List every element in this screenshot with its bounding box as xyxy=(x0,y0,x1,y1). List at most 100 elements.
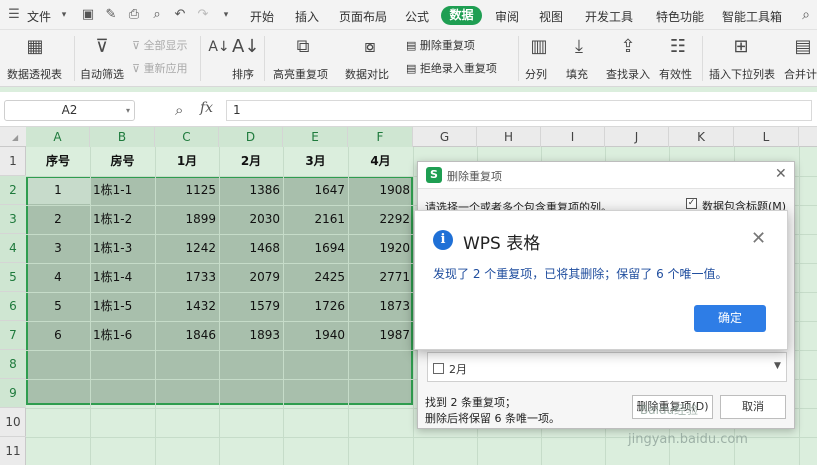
column-header[interactable]: D xyxy=(219,127,283,147)
scroll-down-icon[interactable]: ▼ xyxy=(774,361,781,371)
cancel-button[interactable]: 取消 xyxy=(720,395,786,419)
row-header[interactable]: 1 xyxy=(0,147,26,176)
table-cell[interactable]: 1920 xyxy=(348,234,413,263)
table-cell[interactable]: 1873 xyxy=(348,292,413,321)
table-cell[interactable]: 1468 xyxy=(219,234,283,263)
table-cell[interactable]: 5 xyxy=(26,292,90,321)
table-header-cell[interactable]: 3月 xyxy=(283,147,348,176)
table-cell[interactable]: 1386 xyxy=(219,176,283,205)
table-header-cell[interactable]: 1月 xyxy=(155,147,219,176)
table-cell[interactable]: 1579 xyxy=(219,292,283,321)
sort-az-icon[interactable]: A↓ xyxy=(208,36,230,58)
table-cell[interactable]: 6 xyxy=(26,321,90,350)
header-checkbox[interactable]: ✓ xyxy=(686,198,697,209)
column-header[interactable]: A xyxy=(26,127,90,147)
table-cell[interactable]: 1893 xyxy=(219,321,283,350)
table-cell[interactable]: 1栋1-4 xyxy=(90,263,155,292)
table-cell[interactable]: 1733 xyxy=(155,263,219,292)
column-header[interactable]: H xyxy=(477,127,541,147)
table-cell[interactable]: 1 xyxy=(26,176,90,205)
table-cell[interactable]: 4 xyxy=(26,263,90,292)
table-header-cell[interactable]: 序号 xyxy=(26,147,90,176)
validity-button[interactable]: 有效性 xyxy=(659,66,692,82)
table-cell[interactable]: 2771 xyxy=(348,263,413,292)
tab-smart-tools[interactable]: 智能工具箱 xyxy=(722,8,782,25)
ok-button[interactable]: 确定 xyxy=(694,305,766,332)
reapply-button[interactable]: ⊽ 重新应用 xyxy=(132,60,188,76)
select-all-corner-icon[interactable]: ◢ xyxy=(12,133,18,142)
show-all-button[interactable]: ⊽ 全部显示 xyxy=(132,37,188,53)
table-cell[interactable]: 2161 xyxy=(283,205,348,234)
column-header[interactable]: I xyxy=(541,127,605,147)
fill-button[interactable]: 填充 xyxy=(566,66,588,82)
table-cell[interactable]: 1125 xyxy=(155,176,219,205)
file-menu[interactable]: 文件 xyxy=(27,8,51,25)
undo-icon[interactable]: ↶ xyxy=(172,7,188,23)
format-painter-icon[interactable]: ✎ xyxy=(103,7,119,23)
table-header-cell[interactable]: 房号 xyxy=(90,147,155,176)
row-header[interactable]: 6 xyxy=(0,292,26,321)
tab-home[interactable]: 开始 xyxy=(250,8,274,25)
table-cell[interactable]: 1908 xyxy=(348,176,413,205)
table-cell[interactable]: 1899 xyxy=(155,205,219,234)
row-header[interactable]: 10 xyxy=(0,408,26,437)
autofilter-button[interactable]: 自动筛选 xyxy=(80,66,124,82)
column-header[interactable]: B xyxy=(90,127,155,147)
highlight-duplicates-button[interactable]: 高亮重复项 xyxy=(273,66,328,82)
column-list[interactable]: 2月 ▼ xyxy=(427,352,787,382)
column-header[interactable]: F xyxy=(348,127,413,147)
column-header[interactable]: C xyxy=(155,127,219,147)
row-header[interactable]: 7 xyxy=(0,321,26,350)
table-cell[interactable]: 1栋1-5 xyxy=(90,292,155,321)
row-header[interactable]: 11 xyxy=(0,437,26,465)
table-header-cell[interactable]: 2月 xyxy=(219,147,283,176)
zoom-icon[interactable]: ⌕ xyxy=(175,101,183,119)
row-header[interactable]: 4 xyxy=(0,234,26,263)
table-cell[interactable]: 3 xyxy=(26,234,90,263)
remove-duplicates-button[interactable]: ▤ 删除重复项 xyxy=(406,37,475,53)
table-cell[interactable]: 1栋1-3 xyxy=(90,234,155,263)
redo-icon[interactable]: ↷ xyxy=(195,7,211,23)
tab-data[interactable]: 数据 xyxy=(441,6,482,25)
print-icon[interactable]: ⎙ xyxy=(126,7,142,23)
table-cell[interactable]: 1242 xyxy=(155,234,219,263)
chevron-down-icon[interactable]: ▾ xyxy=(56,7,72,23)
search-icon[interactable]: ⌕ xyxy=(798,7,814,23)
column-header[interactable]: E xyxy=(283,127,348,147)
table-cell[interactable]: 1栋1-6 xyxy=(90,321,155,350)
table-cell[interactable]: 1726 xyxy=(283,292,348,321)
name-box[interactable]: A2 ▾ xyxy=(4,100,135,121)
column-checkbox-label[interactable]: 2月 xyxy=(449,361,467,377)
tab-formulas[interactable]: 公式 xyxy=(405,8,429,25)
data-compare-button[interactable]: 数据对比 xyxy=(345,66,389,82)
print-preview-icon[interactable]: ⌕ xyxy=(149,7,165,23)
table-cell[interactable]: 2079 xyxy=(219,263,283,292)
sort-button[interactable]: 排序 xyxy=(232,66,254,82)
table-cell[interactable]: 1694 xyxy=(283,234,348,263)
table-header-cell[interactable]: 4月 xyxy=(348,147,413,176)
row-header[interactable]: 2 xyxy=(0,176,26,205)
row-header[interactable]: 9 xyxy=(0,379,26,408)
table-cell[interactable]: 1987 xyxy=(348,321,413,350)
close-icon[interactable]: ✕ xyxy=(775,166,787,182)
tab-insert[interactable]: 插入 xyxy=(295,8,319,25)
column-header[interactable]: L xyxy=(734,127,799,147)
hamburger-icon[interactable]: ☰ xyxy=(6,7,22,23)
save-icon[interactable]: ▣ xyxy=(80,7,96,23)
table-cell[interactable]: 2030 xyxy=(219,205,283,234)
quick-access-chevron-icon[interactable]: ▾ xyxy=(218,7,234,23)
row-header[interactable]: 3 xyxy=(0,205,26,234)
row-header[interactable]: 8 xyxy=(0,350,26,379)
merge-calc-button[interactable]: 合并计 xyxy=(784,66,817,82)
column-checkbox[interactable] xyxy=(433,363,444,374)
table-cell[interactable]: 2 xyxy=(26,205,90,234)
dialog-title-bar[interactable]: S 删除重复项 ✕ xyxy=(418,162,794,189)
chevron-down-icon[interactable]: ▾ xyxy=(126,101,130,120)
tab-review[interactable]: 审阅 xyxy=(495,8,519,25)
lookup-entry-button[interactable]: 查找录入 xyxy=(606,66,650,82)
column-header[interactable]: G xyxy=(413,127,477,147)
close-icon[interactable]: ✕ xyxy=(751,228,766,249)
table-cell[interactable]: 1940 xyxy=(283,321,348,350)
tab-page-layout[interactable]: 页面布局 xyxy=(339,8,387,25)
table-cell[interactable]: 2425 xyxy=(283,263,348,292)
